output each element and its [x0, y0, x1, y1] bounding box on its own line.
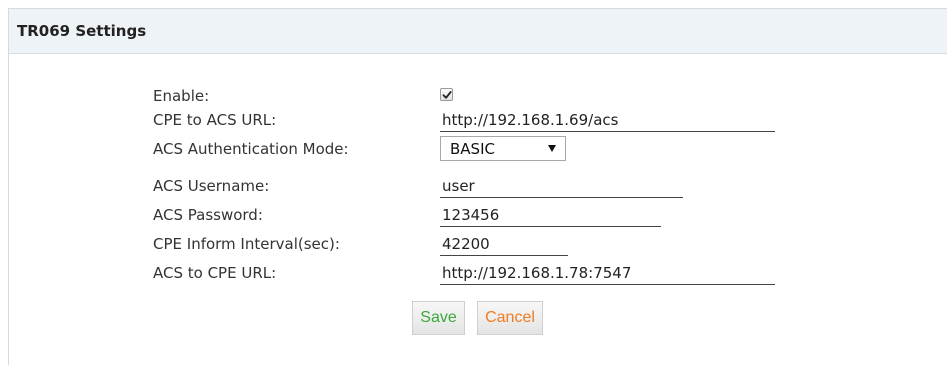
acs-username-label: ACS Username: — [153, 177, 270, 195]
enable-checkbox[interactable] — [440, 88, 453, 101]
acs-auth-mode-row: ACS Authentication Mode: BASIC — [0, 136, 947, 162]
acs-to-cpe-url-row: ACS to CPE URL: http://192.168.1.78:7547 — [0, 263, 947, 286]
acs-auth-mode-label: ACS Authentication Mode: — [153, 140, 349, 158]
acs-username-row: ACS Username: user — [0, 176, 947, 199]
acs-password-label: ACS Password: — [153, 206, 263, 224]
cpe-inform-interval-input[interactable]: 42200 — [440, 234, 568, 256]
dropdown-arrow-icon — [548, 145, 556, 152]
checkmark-icon — [442, 91, 452, 99]
enable-label: Enable: — [153, 87, 210, 105]
acs-auth-mode-value: BASIC — [450, 140, 495, 158]
cpe-to-acs-url-input[interactable]: http://192.168.1.69/acs — [440, 110, 775, 132]
panel-title: TR069 Settings — [17, 22, 147, 40]
acs-password-row: ACS Password: 123456 — [0, 205, 947, 228]
acs-password-input[interactable]: 123456 — [440, 205, 661, 227]
acs-to-cpe-url-label: ACS to CPE URL: — [153, 264, 277, 282]
acs-username-input[interactable]: user — [440, 176, 683, 198]
panel-header: TR069 Settings — [9, 9, 947, 54]
save-button[interactable]: Save — [412, 301, 465, 335]
cpe-inform-interval-row: CPE Inform Interval(sec): 42200 — [0, 234, 947, 257]
cpe-to-acs-url-label: CPE to ACS URL: — [153, 111, 277, 129]
cpe-to-acs-url-row: CPE to ACS URL: http://192.168.1.69/acs — [0, 110, 947, 133]
cpe-inform-interval-label: CPE Inform Interval(sec): — [153, 235, 340, 253]
acs-auth-mode-select[interactable]: BASIC — [440, 136, 566, 161]
acs-to-cpe-url-input[interactable]: http://192.168.1.78:7547 — [440, 263, 775, 285]
enable-row: Enable: — [0, 86, 947, 109]
cancel-button[interactable]: Cancel — [477, 301, 543, 335]
